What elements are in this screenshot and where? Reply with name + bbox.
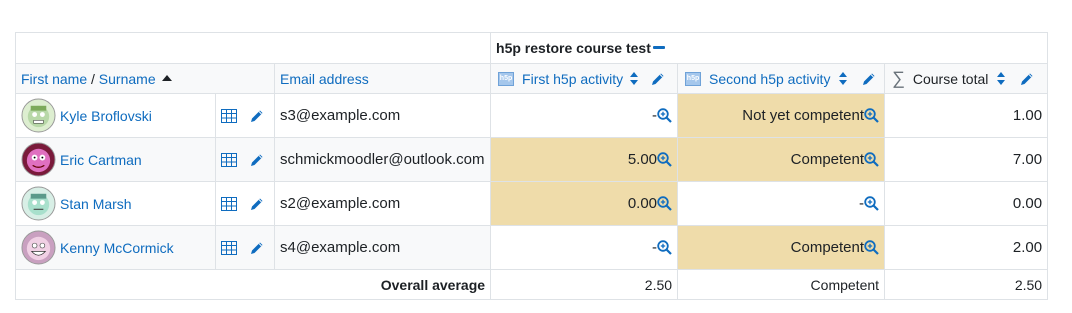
grade-cell[interactable]: Not yet competent	[677, 93, 886, 138]
course-total-cell: 0.00	[884, 181, 1049, 226]
grade-cell[interactable]: 0.00	[490, 181, 679, 226]
zoom-in-icon[interactable]	[657, 240, 672, 255]
category-row: h5p restore course test	[14, 32, 1049, 64]
email-cell: s3@example.com	[273, 93, 492, 138]
zoom-in-icon[interactable]	[864, 196, 879, 211]
course-total-label: Course total	[912, 70, 989, 87]
grade-table-icon[interactable]	[221, 153, 237, 168]
user-actions-cell	[215, 225, 275, 270]
table-row: Kenny McCormick s4@example.com - Compete…	[15, 225, 1049, 270]
edit-pencil-icon[interactable]	[862, 72, 876, 86]
zoom-in-icon[interactable]	[657, 196, 672, 211]
category-spacer	[14, 32, 492, 64]
grade-cell[interactable]: 5.00	[490, 137, 679, 182]
email-cell: s4@example.com	[273, 225, 492, 270]
edit-pencil-icon[interactable]	[250, 109, 264, 123]
grade-value: Not yet competent	[742, 107, 865, 124]
course-total-cell: 7.00	[884, 137, 1049, 182]
user-actions-cell	[215, 181, 275, 226]
user-cell: Kyle Broflovski	[15, 93, 216, 138]
course-total-cell: 1.00	[884, 93, 1049, 138]
zoom-in-icon[interactable]	[657, 152, 672, 167]
column-header-row: First name / Surname Email address h5p F…	[15, 63, 1049, 94]
table-row: Stan Marsh s2@example.com 0.00 - 0.00	[15, 181, 1049, 226]
h5p-icon: h5p	[498, 71, 515, 86]
zoom-in-icon[interactable]	[657, 108, 672, 123]
edit-pencil-icon[interactable]	[250, 197, 264, 211]
course-total-header: ∑ Course total	[884, 63, 1049, 94]
collapse-icon[interactable]	[652, 45, 665, 49]
grade-cell[interactable]: -	[677, 181, 886, 226]
grade-cell[interactable]: Competent	[677, 137, 886, 182]
edit-pencil-icon[interactable]	[1020, 72, 1034, 86]
average-row: Overall average 2.50 Competent 2.50	[14, 269, 1049, 300]
average-label: Overall average	[14, 269, 492, 300]
user-name-link[interactable]: Stan Marsh	[60, 196, 132, 212]
grader-report-table: h5p restore course test First name / Sur…	[14, 32, 1049, 300]
table-row: Eric Cartman schmickmoodler@outlook.com …	[15, 137, 1049, 182]
sort-updown-icon[interactable]	[996, 71, 1006, 86]
avatar[interactable]	[21, 186, 56, 221]
user-actions-cell	[215, 137, 275, 182]
avatar[interactable]	[21, 98, 56, 133]
sort-first-name-link[interactable]: First name	[21, 71, 87, 87]
email-cell: s2@example.com	[273, 181, 492, 226]
email-header: Email address	[273, 63, 492, 94]
user-name-link[interactable]: Kenny McCormick	[60, 240, 174, 256]
name-separator: /	[87, 70, 99, 87]
user-actions-cell	[215, 93, 275, 138]
grade-cell[interactable]: -	[490, 225, 679, 270]
zoom-in-icon[interactable]	[864, 240, 879, 255]
sort-ascending-icon[interactable]	[161, 74, 172, 81]
grade-value: 0.00	[627, 195, 658, 212]
zoom-in-icon[interactable]	[864, 108, 879, 123]
zoom-in-icon[interactable]	[864, 152, 879, 167]
edit-pencil-icon[interactable]	[250, 153, 264, 167]
category-header: h5p restore course test	[490, 32, 1049, 64]
average-total: 2.50	[884, 269, 1049, 300]
sort-updown-icon[interactable]	[629, 71, 639, 86]
h5p-icon: h5p	[685, 71, 702, 86]
average-item-1: 2.50	[490, 269, 679, 300]
grade-table-icon[interactable]	[221, 241, 237, 256]
sigma-icon: ∑	[892, 68, 905, 88]
grade-value: 5.00	[627, 151, 658, 168]
item-header-1: h5p First h5p activity	[490, 63, 679, 94]
item-header-2: h5p Second h5p activity	[677, 63, 886, 94]
table-row: Kyle Broflovski s3@example.com - Not yet…	[15, 93, 1049, 138]
item-link-second-h5p[interactable]: Second h5p activity	[709, 71, 830, 87]
user-cell: Eric Cartman	[15, 137, 216, 182]
grade-table-icon[interactable]	[221, 109, 237, 124]
user-name-link[interactable]: Kyle Broflovski	[60, 108, 152, 124]
email-cell: schmickmoodler@outlook.com	[273, 137, 492, 182]
sort-surname-link[interactable]: Surname	[99, 71, 156, 87]
grade-cell[interactable]: -	[490, 93, 679, 138]
user-name-link[interactable]: Eric Cartman	[60, 152, 142, 168]
grade-value: Competent	[790, 239, 865, 256]
item-link-first-h5p[interactable]: First h5p activity	[522, 71, 623, 87]
grade-cell[interactable]: Competent	[677, 225, 886, 270]
sort-email-link[interactable]: Email address	[280, 71, 369, 87]
grade-value: Competent	[790, 151, 865, 168]
course-total-cell: 2.00	[884, 225, 1049, 270]
sort-updown-icon[interactable]	[838, 71, 848, 86]
edit-pencil-icon[interactable]	[651, 72, 665, 86]
avatar[interactable]	[21, 142, 56, 177]
edit-pencil-icon[interactable]	[250, 241, 264, 255]
user-cell: Stan Marsh	[15, 181, 216, 226]
category-name: h5p restore course test	[496, 39, 651, 56]
name-header: First name / Surname	[15, 63, 275, 94]
average-item-2: Competent	[677, 269, 886, 300]
user-cell: Kenny McCormick	[15, 225, 216, 270]
avatar[interactable]	[21, 230, 56, 265]
grade-table-icon[interactable]	[221, 197, 237, 212]
